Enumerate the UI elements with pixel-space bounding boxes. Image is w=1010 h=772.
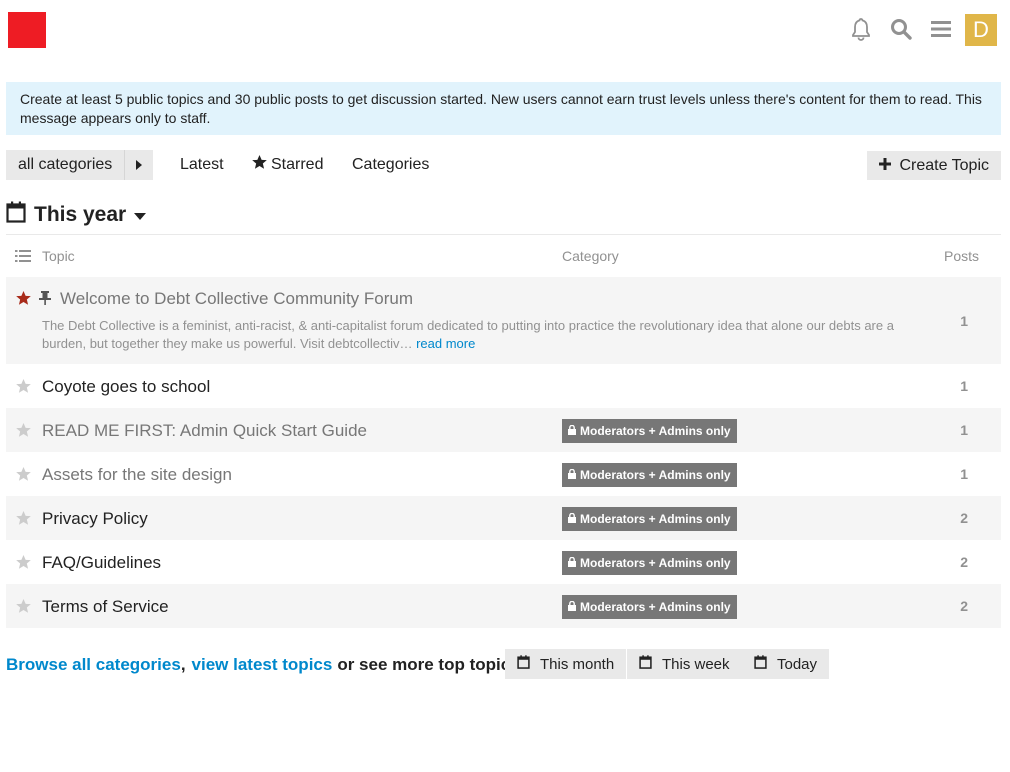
- today-button[interactable]: Today: [742, 649, 830, 679]
- lock-icon: [568, 512, 576, 526]
- bell-icon[interactable]: [848, 16, 874, 42]
- view-latest-link[interactable]: view latest topics: [192, 655, 333, 675]
- calendar-icon: [6, 201, 26, 229]
- nav-starred[interactable]: Starred: [252, 150, 323, 180]
- topic-title[interactable]: Privacy Policy: [42, 509, 148, 529]
- period-title: This year: [34, 203, 127, 226]
- topic-title[interactable]: FAQ/Guidelines: [42, 553, 161, 573]
- lock-icon: [568, 424, 576, 438]
- star-icon[interactable]: [16, 599, 31, 617]
- lock-icon: [568, 600, 576, 614]
- browse-categories-link[interactable]: Browse all categories: [6, 655, 181, 675]
- table-row[interactable]: FAQ/Guidelines Moderators + Admins only …: [6, 540, 1001, 584]
- calendar-icon: [639, 655, 652, 673]
- calendar-icon: [517, 655, 530, 673]
- hamburger-icon[interactable]: [928, 16, 954, 42]
- plus-icon: [879, 157, 892, 175]
- staff-notice-banner: Create at least 5 public topics and 30 p…: [6, 82, 1001, 135]
- category-badge-label: Moderators + Admins only: [580, 600, 731, 614]
- posts-count[interactable]: 2: [960, 554, 968, 570]
- nav-categories-label: Categories: [352, 156, 430, 173]
- this-month-label: This month: [540, 655, 615, 673]
- read-more-link[interactable]: read more: [416, 336, 475, 351]
- table-row[interactable]: Welcome to Debt Collective Community For…: [6, 277, 1001, 364]
- star-icon[interactable]: [16, 291, 31, 309]
- topic-title[interactable]: Terms of Service: [42, 597, 169, 617]
- table-row[interactable]: Assets for the site design Moderators + …: [6, 452, 1001, 496]
- star-icon[interactable]: [16, 511, 31, 529]
- nav-categories[interactable]: Categories: [352, 150, 429, 180]
- period-selector[interactable]: This year: [6, 200, 147, 230]
- category-dropdown[interactable]: all categories: [6, 150, 154, 180]
- pin-icon: [39, 291, 51, 309]
- posts-count[interactable]: 2: [960, 510, 968, 526]
- category-dropdown-label: all categories: [6, 150, 126, 180]
- nav-latest-label: Latest: [180, 156, 224, 173]
- star-icon[interactable]: [16, 467, 31, 485]
- nav-starred-label: Starred: [271, 156, 324, 173]
- category-badge-label: Moderators + Admins only: [580, 424, 731, 438]
- calendar-icon: [754, 655, 767, 673]
- posts-count[interactable]: 1: [960, 378, 968, 394]
- list-icon[interactable]: [15, 249, 31, 265]
- column-header-topic[interactable]: Topic: [42, 248, 75, 264]
- topic-title[interactable]: Coyote goes to school: [42, 377, 210, 397]
- today-label: Today: [777, 655, 818, 673]
- footer-message: Browse all categories , view latest topi…: [6, 650, 520, 680]
- category-badge[interactable]: Moderators + Admins only: [562, 419, 737, 443]
- posts-count[interactable]: 1: [960, 466, 968, 482]
- lock-icon: [568, 556, 576, 570]
- topic-list-header: Topic Category Posts: [6, 234, 1001, 276]
- site-logo[interactable]: [8, 12, 46, 48]
- nav-latest[interactable]: Latest: [180, 150, 224, 180]
- star-icon[interactable]: [16, 555, 31, 573]
- star-icon[interactable]: [16, 379, 31, 397]
- this-week-button[interactable]: This week: [627, 649, 742, 679]
- category-badge[interactable]: Moderators + Admins only: [562, 595, 737, 619]
- posts-count[interactable]: 1: [960, 422, 968, 438]
- create-topic-button[interactable]: Create Topic: [867, 151, 1001, 180]
- category-badge[interactable]: Moderators + Admins only: [562, 551, 737, 575]
- category-badge-label: Moderators + Admins only: [580, 512, 731, 526]
- table-row[interactable]: Terms of Service Moderators + Admins onl…: [6, 584, 1001, 628]
- star-icon[interactable]: [16, 423, 31, 441]
- category-badge-label: Moderators + Admins only: [580, 468, 731, 482]
- category-badge[interactable]: Moderators + Admins only: [562, 463, 737, 487]
- user-avatar[interactable]: D: [965, 14, 997, 46]
- this-month-button[interactable]: This month: [505, 649, 627, 679]
- search-icon[interactable]: [888, 16, 914, 42]
- footer-more-text: or see more top topics: [337, 655, 520, 674]
- posts-count[interactable]: 1: [960, 313, 968, 329]
- star-icon: [252, 150, 267, 180]
- site-header: D: [0, 0, 1010, 62]
- category-badge-label: Moderators + Admins only: [580, 556, 731, 570]
- create-topic-label: Create Topic: [899, 156, 989, 174]
- table-row[interactable]: READ ME FIRST: Admin Quick Start Guide M…: [6, 408, 1001, 452]
- notice-text: Create at least 5 public topics and 30 p…: [20, 91, 982, 126]
- topic-excerpt: The Debt Collective is a feminist, anti-…: [42, 317, 922, 353]
- footer-comma: ,: [180, 655, 186, 674]
- topic-title[interactable]: Assets for the site design: [42, 465, 232, 485]
- column-header-category[interactable]: Category: [562, 248, 619, 264]
- column-header-posts[interactable]: Posts: [944, 248, 979, 264]
- caret-right-icon[interactable]: [125, 150, 153, 180]
- topic-title[interactable]: READ ME FIRST: Admin Quick Start Guide: [42, 421, 367, 441]
- this-week-label: This week: [662, 655, 730, 673]
- category-badge[interactable]: Moderators + Admins only: [562, 507, 737, 531]
- table-row[interactable]: Coyote goes to school 1: [6, 364, 1001, 408]
- topic-title[interactable]: Welcome to Debt Collective Community For…: [60, 289, 413, 309]
- navigation-bar: all categories Latest Starred Categories…: [6, 150, 1001, 180]
- caret-down-icon: [134, 203, 147, 227]
- lock-icon: [568, 468, 576, 482]
- posts-count[interactable]: 2: [960, 598, 968, 614]
- table-row[interactable]: Privacy Policy Moderators + Admins only …: [6, 496, 1001, 540]
